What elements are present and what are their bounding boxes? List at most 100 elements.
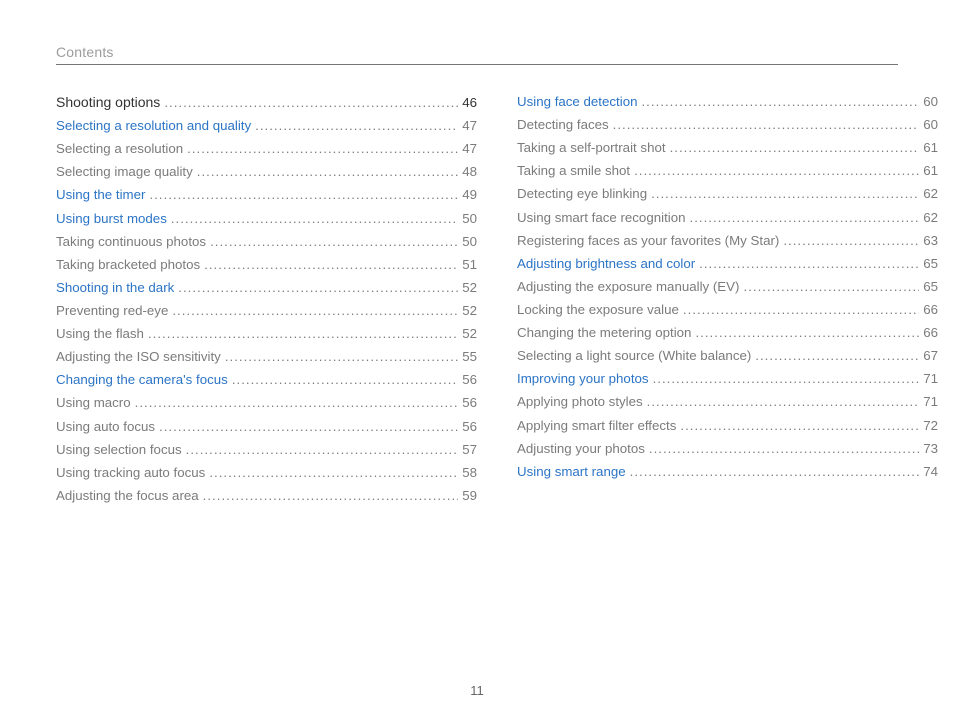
toc-label[interactable]: Registering faces as your favorites (My …	[517, 232, 779, 251]
toc-label[interactable]: Using the flash	[56, 325, 144, 344]
toc-label[interactable]: Applying photo styles	[517, 393, 643, 412]
toc-label[interactable]: Selecting image quality	[56, 163, 193, 182]
toc-page[interactable]: 71	[923, 393, 938, 412]
toc-page[interactable]: 65	[923, 255, 938, 274]
toc-row[interactable]: Using macro 56	[56, 394, 477, 413]
toc-row[interactable]: Detecting eye blinking 62	[517, 185, 938, 204]
toc-page[interactable]: 48	[462, 163, 477, 182]
toc-label[interactable]: Shooting in the dark	[56, 279, 174, 298]
toc-label[interactable]: Selecting a resolution	[56, 140, 183, 159]
toc-page[interactable]: 50	[462, 210, 477, 229]
toc-row[interactable]: Adjusting the exposure manually (EV) 65	[517, 278, 938, 297]
toc-page[interactable]: 47	[462, 140, 477, 159]
toc-row[interactable]: Taking a self-portrait shot 61	[517, 139, 938, 158]
toc-page[interactable]: 52	[462, 325, 477, 344]
toc-label[interactable]: Adjusting brightness and color	[517, 255, 695, 274]
toc-row[interactable]: Using auto focus 56	[56, 418, 477, 437]
toc-row[interactable]: Adjusting brightness and color 65	[517, 255, 938, 274]
toc-row[interactable]: Locking the exposure value 66	[517, 301, 938, 320]
toc-page[interactable]: 56	[462, 371, 477, 390]
toc-page[interactable]: 72	[923, 417, 938, 436]
toc-label[interactable]: Using the timer	[56, 186, 145, 205]
toc-label[interactable]: Shooting options	[56, 93, 160, 113]
toc-page[interactable]: 51	[462, 256, 477, 275]
toc-row[interactable]: Selecting a resolution and quality 47	[56, 117, 477, 136]
toc-page[interactable]: 65	[923, 278, 938, 297]
toc-label[interactable]: Improving your photos	[517, 370, 649, 389]
toc-label[interactable]: Using smart range	[517, 463, 626, 482]
toc-row[interactable]: Adjusting the focus area 59	[56, 487, 477, 506]
toc-label[interactable]: Using smart face recognition	[517, 209, 686, 228]
toc-row[interactable]: Registering faces as your favorites (My …	[517, 232, 938, 251]
toc-label[interactable]: Adjusting the ISO sensitivity	[56, 348, 221, 367]
toc-row[interactable]: Preventing red-eye 52	[56, 302, 477, 321]
toc-page[interactable]: 61	[923, 139, 938, 158]
toc-page[interactable]: 57	[462, 441, 477, 460]
toc-page[interactable]: 74	[923, 463, 938, 482]
toc-page[interactable]: 66	[923, 301, 938, 320]
toc-label[interactable]: Taking a self-portrait shot	[517, 139, 666, 158]
toc-page[interactable]: 50	[462, 233, 477, 252]
toc-row[interactable]: Using face detection 60	[517, 93, 938, 112]
toc-page[interactable]: 66	[923, 324, 938, 343]
toc-page[interactable]: 59	[462, 487, 477, 506]
toc-row[interactable]: Changing the metering option 66	[517, 324, 938, 343]
toc-row[interactable]: Shooting in the dark 52	[56, 279, 477, 298]
toc-row[interactable]: Using the flash 52	[56, 325, 477, 344]
toc-page[interactable]: 61	[923, 162, 938, 181]
toc-page[interactable]: 56	[462, 394, 477, 413]
toc-label[interactable]: Using selection focus	[56, 441, 182, 460]
toc-page[interactable]: 55	[462, 348, 477, 367]
toc-row[interactable]: Selecting a resolution 47	[56, 140, 477, 159]
toc-label[interactable]: Using burst modes	[56, 210, 167, 229]
toc-page[interactable]: 58	[462, 464, 477, 483]
toc-label[interactable]: Taking a smile shot	[517, 162, 630, 181]
toc-label[interactable]: Selecting a light source (White balance)	[517, 347, 751, 366]
toc-row[interactable]: Detecting faces 60	[517, 116, 938, 135]
toc-page[interactable]: 60	[923, 93, 938, 112]
toc-label[interactable]: Locking the exposure value	[517, 301, 679, 320]
toc-label[interactable]: Changing the metering option	[517, 324, 691, 343]
toc-label[interactable]: Using face detection	[517, 93, 637, 112]
toc-row[interactable]: Changing the camera's focus 56	[56, 371, 477, 390]
toc-row[interactable]: Using burst modes 50	[56, 210, 477, 229]
toc-page[interactable]: 47	[462, 117, 477, 136]
toc-label[interactable]: Using tracking auto focus	[56, 464, 205, 483]
toc-row[interactable]: Adjusting your photos 73	[517, 440, 938, 459]
toc-page[interactable]: 46	[462, 94, 477, 113]
toc-page[interactable]: 56	[462, 418, 477, 437]
toc-label[interactable]: Adjusting the exposure manually (EV)	[517, 278, 739, 297]
toc-page[interactable]: 52	[462, 279, 477, 298]
toc-page[interactable]: 52	[462, 302, 477, 321]
toc-row[interactable]: Taking bracketed photos 51	[56, 256, 477, 275]
toc-row[interactable]: Applying photo styles 71	[517, 393, 938, 412]
toc-row[interactable]: Using smart range 74	[517, 463, 938, 482]
toc-label[interactable]: Adjusting the focus area	[56, 487, 199, 506]
toc-row[interactable]: Taking continuous photos 50	[56, 233, 477, 252]
toc-row[interactable]: Using smart face recognition 62	[517, 209, 938, 228]
toc-row[interactable]: Selecting a light source (White balance)…	[517, 347, 938, 366]
toc-row[interactable]: Adjusting the ISO sensitivity 55	[56, 348, 477, 367]
toc-label[interactable]: Changing the camera's focus	[56, 371, 228, 390]
toc-label[interactable]: Using auto focus	[56, 418, 155, 437]
toc-label[interactable]: Applying smart filter effects	[517, 417, 676, 436]
toc-label[interactable]: Using macro	[56, 394, 131, 413]
toc-page[interactable]: 62	[923, 185, 938, 204]
toc-label[interactable]: Detecting eye blinking	[517, 185, 647, 204]
toc-page[interactable]: 62	[923, 209, 938, 228]
toc-page[interactable]: 67	[923, 347, 938, 366]
toc-row[interactable]: Using tracking auto focus 58	[56, 464, 477, 483]
toc-page[interactable]: 71	[923, 370, 938, 389]
toc-label[interactable]: Taking bracketed photos	[56, 256, 200, 275]
toc-page[interactable]: 73	[923, 440, 938, 459]
toc-row[interactable]: Improving your photos 71	[517, 370, 938, 389]
toc-page[interactable]: 63	[923, 232, 938, 251]
toc-label[interactable]: Taking continuous photos	[56, 233, 206, 252]
toc-label[interactable]: Selecting a resolution and quality	[56, 117, 251, 136]
toc-row[interactable]: Selecting image quality 48	[56, 163, 477, 182]
toc-label[interactable]: Adjusting your photos	[517, 440, 645, 459]
toc-page[interactable]: 49	[462, 186, 477, 205]
toc-row[interactable]: Applying smart filter effects 72	[517, 417, 938, 436]
toc-label[interactable]: Preventing red-eye	[56, 302, 168, 321]
toc-row[interactable]: Using the timer 49	[56, 186, 477, 205]
